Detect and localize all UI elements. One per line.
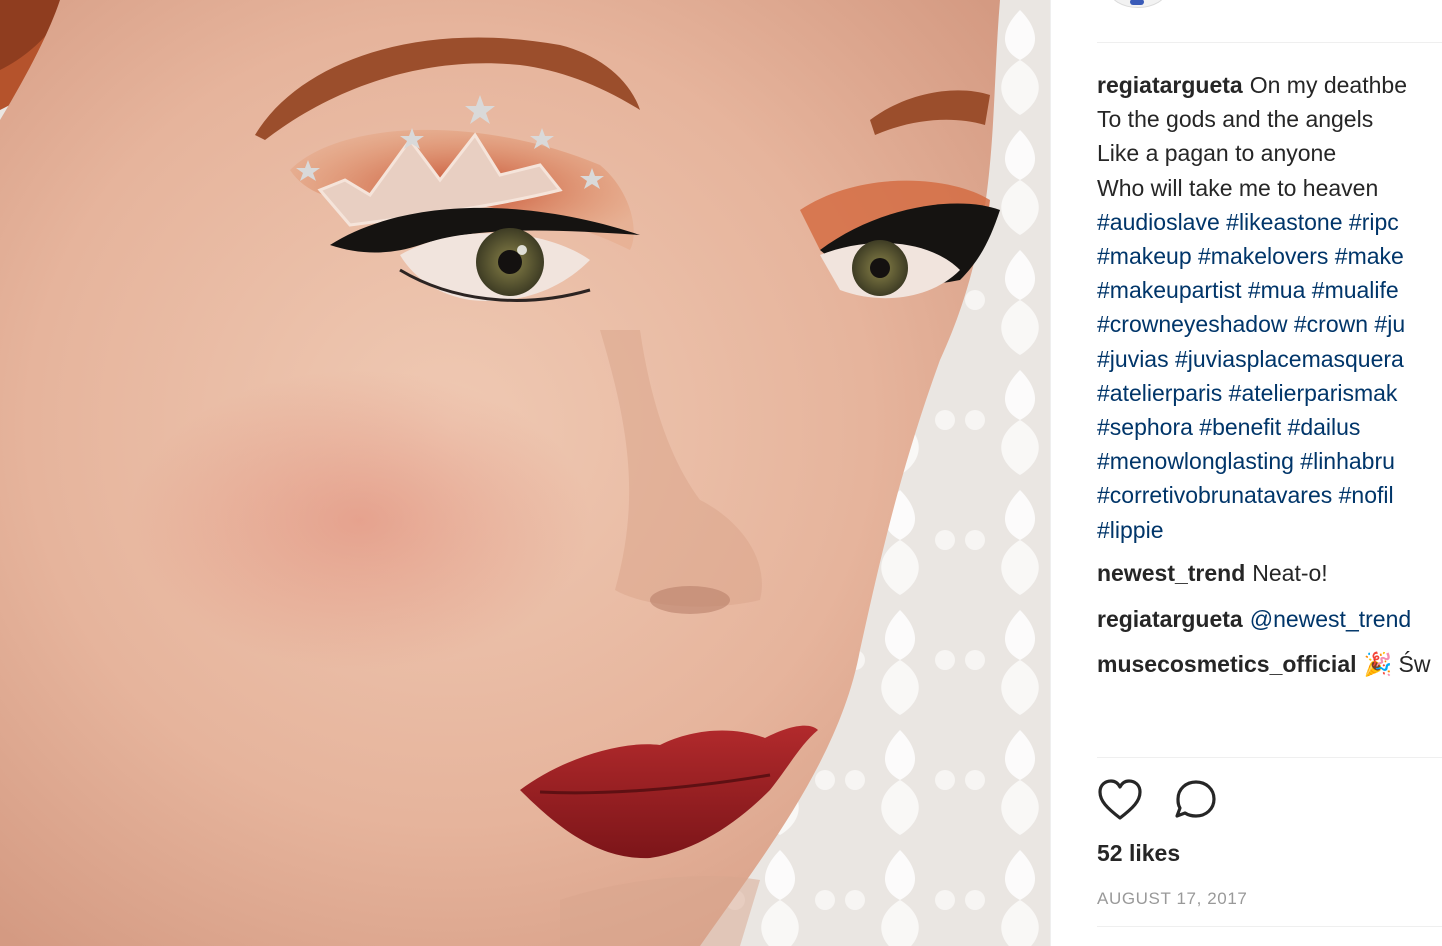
comment: regiatargueta @newest_trend	[1097, 606, 1411, 633]
hashtag-line[interactable]: #makeupartist #mua #mualife	[1097, 273, 1442, 307]
post-caption: regiatargueta On my deathbe To the gods a…	[1097, 68, 1442, 547]
comment: newest_trend Neat-o!	[1097, 560, 1328, 587]
author-username[interactable]: regiatargueta	[1097, 72, 1243, 98]
hashtag-line[interactable]: #sephora #benefit #dailus	[1097, 410, 1442, 444]
post-actions	[1097, 778, 1245, 824]
post-photo	[0, 0, 1050, 946]
comment-icon[interactable]	[1173, 778, 1219, 827]
comment-username[interactable]: newest_trend	[1097, 560, 1245, 586]
comment-username[interactable]: regiatargueta	[1097, 606, 1243, 632]
hashtag-line[interactable]: #crowneyeshadow #crown #ju	[1097, 307, 1442, 341]
comment-username[interactable]: musecosmetics_official	[1097, 651, 1357, 677]
caption-line: Who will take me to heaven	[1097, 174, 1379, 201]
divider	[1097, 42, 1442, 43]
divider	[1097, 926, 1442, 927]
hashtag-line[interactable]: #menowlonglasting #linhabru	[1097, 444, 1442, 478]
caption-text: On my deathbe	[1249, 72, 1407, 98]
hashtag-line[interactable]: #corretivobrunatavares #nofil	[1097, 478, 1442, 512]
avatar[interactable]	[1109, 0, 1167, 8]
caption-line: Like a pagan to anyone	[1097, 140, 1337, 167]
likes-count[interactable]: 52 likes	[1097, 840, 1180, 867]
heart-icon[interactable]	[1097, 778, 1143, 827]
post-date: AUGUST 17, 2017	[1097, 889, 1248, 908]
caption-line: To the gods and the angels	[1097, 106, 1374, 133]
comment-text: 🎉 Św	[1363, 651, 1431, 677]
hashtag-line[interactable]: #makeup #makelovers #make	[1097, 239, 1442, 273]
caption-line: regiatargueta On my deathbe	[1097, 68, 1442, 102]
hashtag-line[interactable]: #juvias #juviasplacemasquera	[1097, 342, 1442, 376]
hashtag-line[interactable]: #atelierparis #atelierparismak	[1097, 376, 1442, 410]
post-sidebar: regiatargueta On my deathbe To the gods a…	[1050, 0, 1442, 946]
comment: musecosmetics_official 🎉 Św	[1097, 651, 1431, 678]
hashtag-line[interactable]: #lippie	[1097, 513, 1442, 547]
comment-text[interactable]: @newest_trend	[1250, 606, 1411, 632]
divider	[1097, 757, 1442, 758]
hashtag-line[interactable]: #audioslave #likeastone #ripc	[1097, 205, 1442, 239]
comment-text: Neat-o!	[1252, 560, 1328, 586]
